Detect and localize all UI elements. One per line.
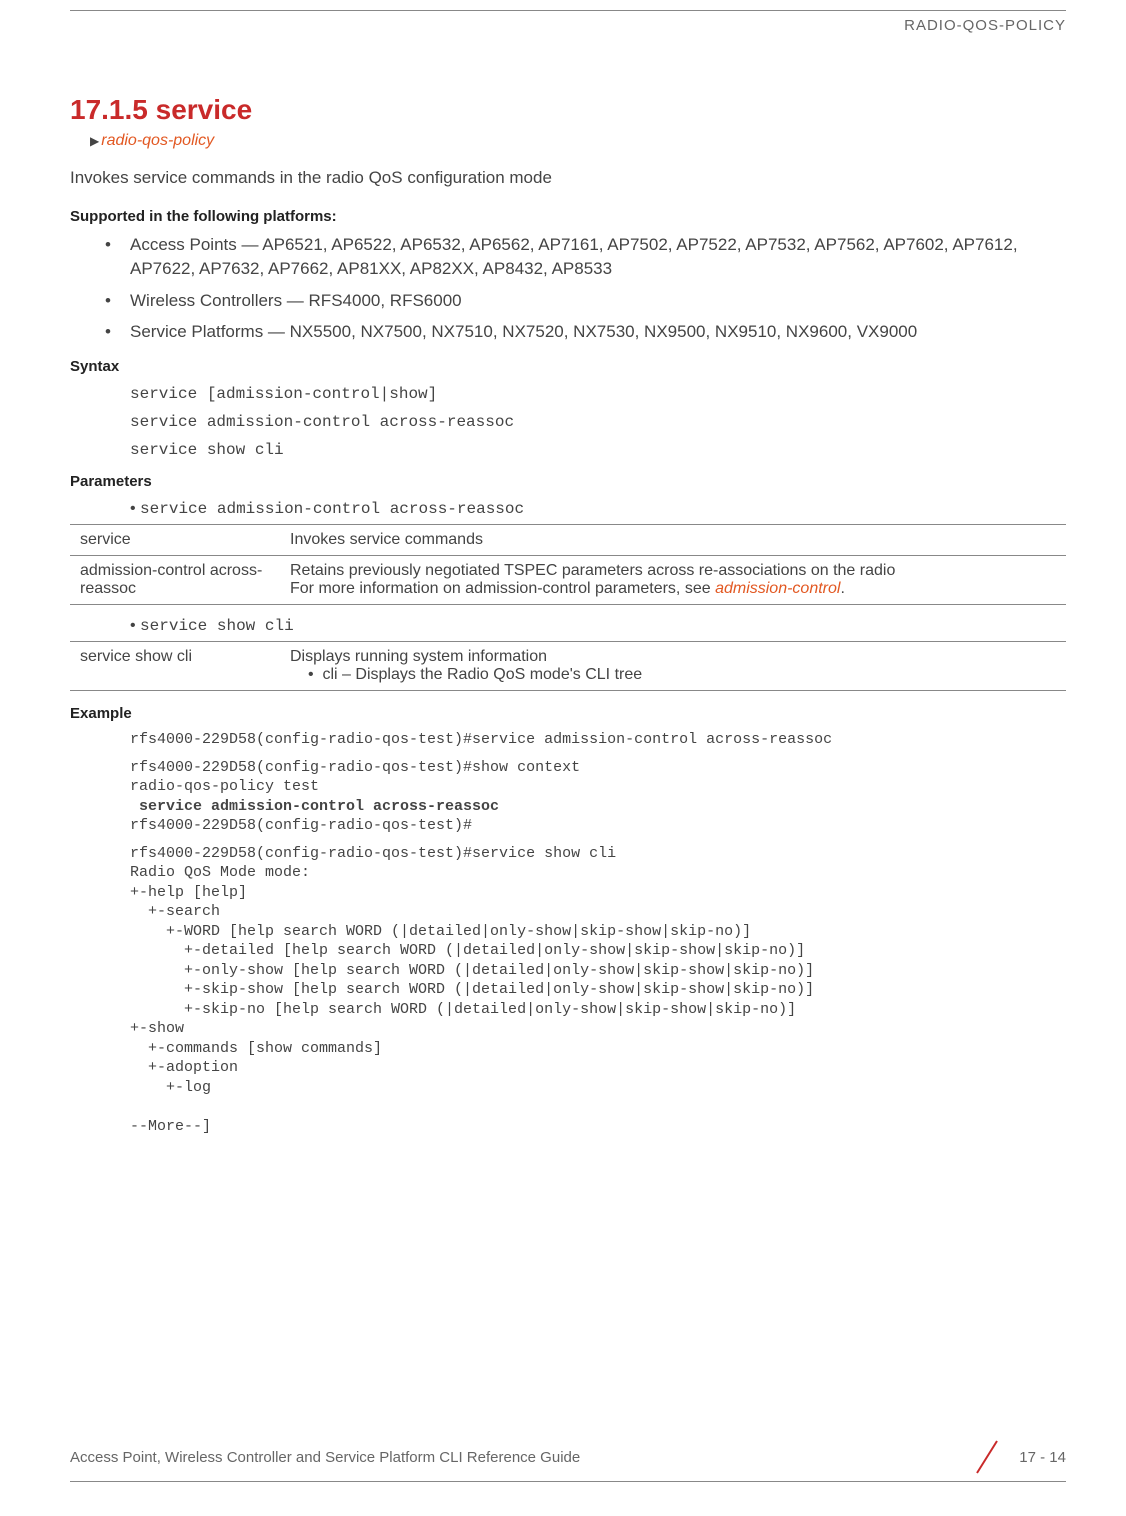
table-row: service show cli Displays running system… [70,642,1066,691]
syntax-line: service [admission-control|show] [130,385,1066,403]
supported-item: Service Platforms — NX5500, NX7500, NX75… [100,320,1066,344]
footer-guide-title: Access Point, Wireless Controller and Se… [70,1449,580,1466]
parameters-heading: Parameters [70,473,1066,490]
param-label: service [70,525,280,556]
example-heading: Example [70,705,1066,722]
footer-slash-icon [973,1437,1001,1477]
table-row: admission-control across-reassoc Retains… [70,556,1066,605]
breadcrumb[interactable]: ▶radio-qos-policy [90,132,1066,150]
header-title: RADIO-QOS-POLICY [70,17,1066,34]
syntax-line: service admission-control across-reassoc [130,413,1066,431]
footer-page-number: 17 - 14 [1019,1449,1066,1466]
supported-heading: Supported in the following platforms: [70,208,1066,225]
example-block: rfs4000-229D58(config-radio-qos-test)#se… [130,844,1066,1137]
example-block: rfs4000-229D58(config-radio-qos-test)#sh… [130,758,1066,836]
supported-list: Access Points — AP6521, AP6522, AP6532, … [100,233,1066,344]
syntax-line: service show cli [130,441,1066,459]
supported-item: Access Points — AP6521, AP6522, AP6532, … [100,233,1066,281]
section-heading: 17.1.5 service [70,94,1066,126]
param-bullet: service admission-control across-reassoc [130,500,1066,518]
param-desc: Invokes service commands [280,525,1066,556]
admission-control-link[interactable]: admission-control [715,580,840,597]
breadcrumb-link[interactable]: radio-qos-policy [101,132,214,149]
param-desc: Retains previously negotiated TSPEC para… [280,556,1066,605]
param-table: service Invokes service commands admissi… [70,524,1066,605]
param-table: service show cli Displays running system… [70,641,1066,691]
syntax-heading: Syntax [70,358,1066,375]
table-row: service Invokes service commands [70,525,1066,556]
supported-item: Wireless Controllers — RFS4000, RFS6000 [100,289,1066,313]
param-bullet: service show cli [130,617,1066,635]
page-footer: Access Point, Wireless Controller and Se… [70,1437,1066,1482]
example-block: rfs4000-229D58(config-radio-qos-test)#se… [130,730,1066,750]
section-description: Invokes service commands in the radio Qo… [70,168,1066,188]
param-label: admission-control across-reassoc [70,556,280,605]
param-desc: Displays running system information • cl… [280,642,1066,691]
param-label: service show cli [70,642,280,691]
breadcrumb-arrow-icon: ▶ [90,134,99,148]
